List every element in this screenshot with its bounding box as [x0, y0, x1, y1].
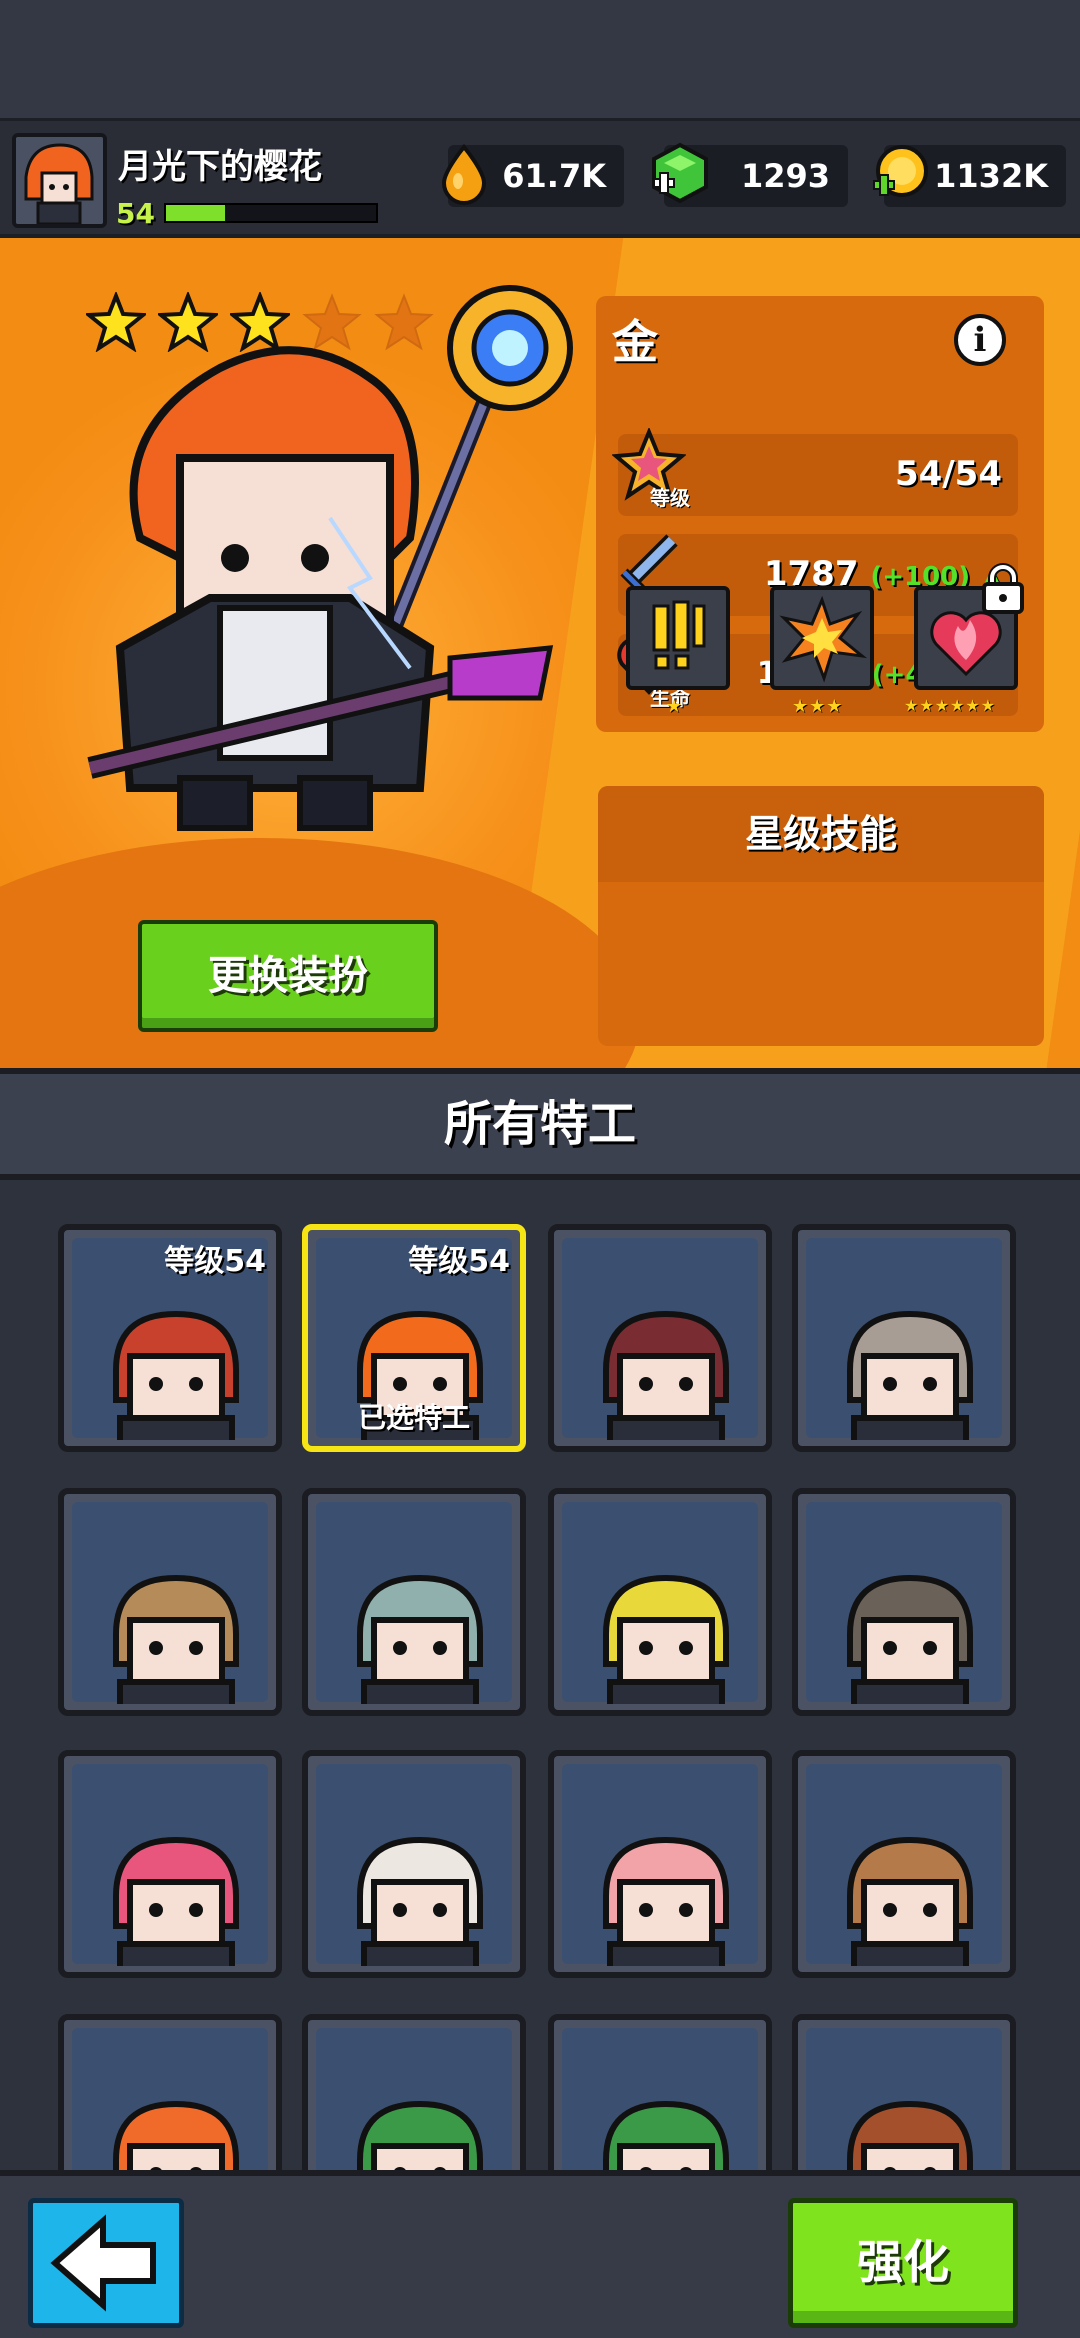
agent-card[interactable] [58, 1750, 282, 1978]
oil-resource[interactable]: 61.7K [441, 143, 624, 207]
agent-card[interactable] [302, 1488, 526, 1716]
exclamation-icon [652, 600, 706, 670]
agent-portrait [603, 1310, 729, 1440]
hero-character-art [87, 285, 573, 831]
lock-icon [982, 563, 1024, 614]
skill-slot-2[interactable] [770, 586, 874, 690]
upgrade-button[interactable]: 强化 [788, 2198, 1018, 2328]
xp-fill [166, 205, 225, 221]
agent-card[interactable] [548, 1224, 772, 1452]
agent-portrait [847, 1574, 973, 1704]
coin-resource[interactable]: 1132K [873, 145, 1066, 207]
info-button[interactable]: i [954, 314, 1006, 366]
skill-1-stars: ★ [666, 696, 684, 717]
stat-row-level: 等级 54/54 [612, 428, 1018, 516]
agent-card[interactable] [792, 1224, 1016, 1452]
agent-level-label: 等级54 [164, 1244, 266, 1279]
xp-bar [164, 203, 378, 223]
agent-selected-label: 已选特工 [357, 1401, 470, 1434]
agent-card[interactable] [58, 2014, 282, 2170]
back-button[interactable] [28, 2198, 184, 2328]
agent-portrait [603, 2100, 729, 2170]
agent-card-selected[interactable]: 等级54 已选特工 [302, 1224, 526, 1452]
agents-grid: 等级54 等级54 已选特工 [0, 1180, 1080, 2170]
gem-value: 1293 [740, 157, 830, 195]
all-agents-title: 所有特工 [0, 1068, 1080, 1180]
agent-level-label: 等级54 [408, 1244, 510, 1279]
agent-portrait [113, 2100, 239, 2170]
player-name: 月光下的樱花 [118, 147, 322, 187]
status-bar-area [0, 0, 1080, 118]
player-header: 月光下的樱花 54 61.7K 1293 1132K [0, 118, 1080, 238]
agent-portrait [113, 1574, 239, 1704]
gold-coin-icon [873, 145, 928, 197]
hero-panel: 金 i 等级 54/54 攻击 1787 (+100) ▲ 生命 10054 (… [0, 238, 1080, 1068]
agent-card[interactable] [58, 1488, 282, 1716]
green-gem-icon [652, 142, 708, 204]
agent-card[interactable] [548, 1750, 772, 1978]
agent-portrait [847, 2100, 973, 2170]
agent-card[interactable] [548, 2014, 772, 2170]
oil-drop-icon [441, 143, 487, 205]
agent-card[interactable] [548, 1488, 772, 1716]
agent-portrait [847, 1836, 973, 1966]
agent-portrait [603, 1574, 729, 1704]
player-avatar[interactable] [12, 133, 107, 228]
agent-card[interactable] [302, 2014, 526, 2170]
star-skills-title: 星级技能 [598, 786, 1044, 882]
change-outfit-button[interactable]: 更换装扮 [138, 920, 438, 1032]
agent-card[interactable] [792, 2014, 1016, 2170]
agent-portrait [113, 1310, 239, 1440]
hero-name: 金 [612, 315, 658, 369]
footer-bar: 强化 [0, 2170, 1080, 2338]
oil-value: 61.7K [502, 157, 606, 195]
skill-2-stars: ★★★ [792, 696, 844, 717]
agent-card[interactable] [302, 1750, 526, 1978]
agent-portrait [357, 1574, 483, 1704]
skill-3-stars: ★★★★★★ [904, 696, 997, 715]
agent-card[interactable] [792, 1750, 1016, 1978]
player-level: 54 [116, 197, 155, 230]
agent-card[interactable]: 等级54 [58, 1224, 282, 1452]
agent-portrait [357, 1836, 483, 1966]
coin-value: 1132K [934, 157, 1048, 195]
agent-portrait [113, 1836, 239, 1966]
level-value: 54/54 [894, 454, 1002, 494]
explosion-icon [779, 595, 868, 683]
level-label: 等级 [650, 486, 690, 510]
back-arrow-icon [50, 2214, 156, 2312]
agent-portrait [357, 2100, 483, 2170]
agent-portrait [847, 1310, 973, 1440]
gem-resource[interactable]: 1293 [652, 142, 848, 207]
star-skills-panel: 星级技能 [598, 786, 1044, 1046]
agent-portrait [603, 1836, 729, 1966]
agent-card[interactable] [792, 1488, 1016, 1716]
skill-slot-1[interactable] [626, 586, 730, 690]
